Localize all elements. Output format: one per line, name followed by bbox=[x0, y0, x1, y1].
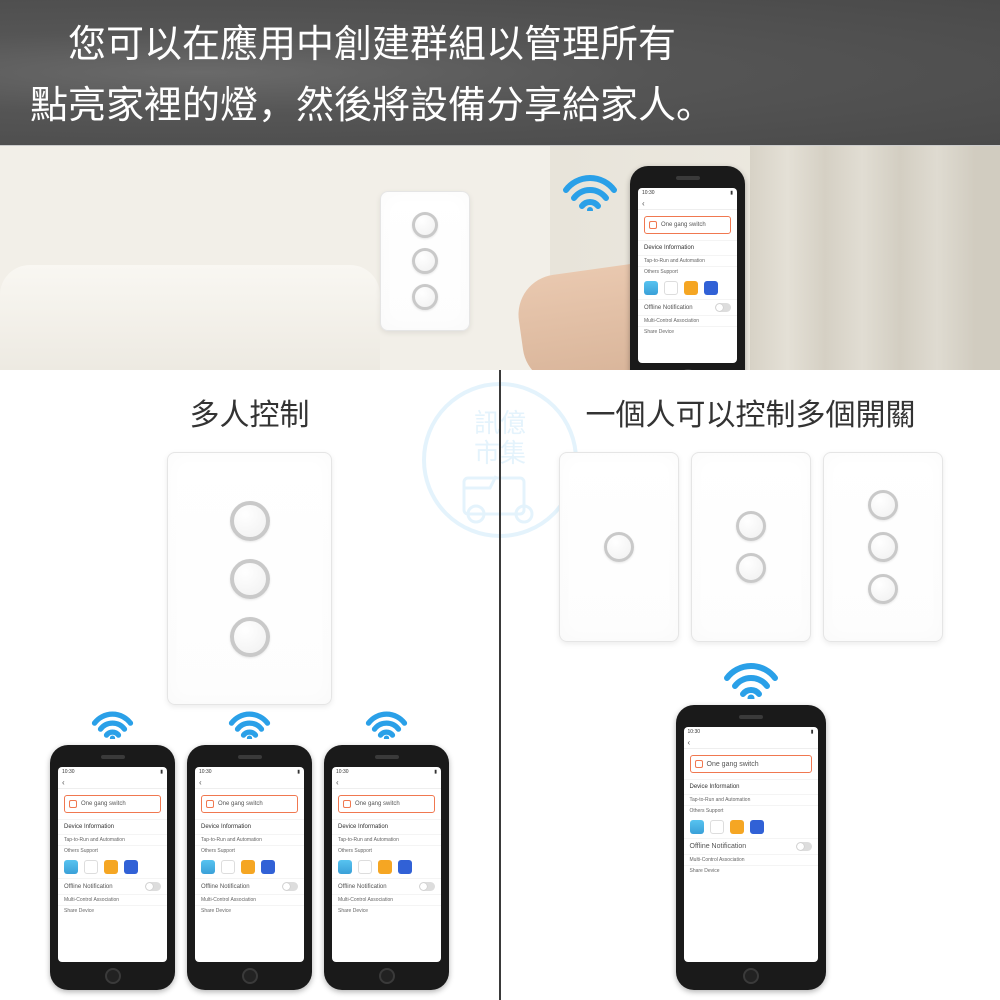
switch-touch-button bbox=[868, 574, 898, 604]
phone-with-wifi: 10:30▮ ‹ One gang switch Device Informat… bbox=[50, 705, 175, 990]
home-button-icon bbox=[680, 369, 696, 370]
comparison-columns: 多人控制 10:30▮ ‹ On bbox=[0, 370, 1000, 1000]
row-share-device: Share Device bbox=[638, 326, 737, 337]
toggle-icon bbox=[796, 842, 812, 851]
assistant-icons bbox=[638, 277, 737, 299]
home-button-icon bbox=[105, 968, 121, 984]
wall-switch-3gang bbox=[823, 452, 943, 642]
back-icon: ‹ bbox=[688, 738, 691, 747]
assistant-icons bbox=[684, 816, 818, 838]
row-multi-control: Multi-Control Association bbox=[684, 854, 818, 865]
home-button-icon bbox=[743, 968, 759, 984]
headline-banner: 您可以在應用中創建群組以管理所有 點亮家裡的燈，然後將設備分享給家人。 bbox=[0, 0, 1000, 145]
row-offline-notify: Offline Notification bbox=[638, 299, 737, 315]
switch-touch-button bbox=[412, 284, 438, 310]
row-others-support: Others Support bbox=[684, 805, 818, 816]
screen-time: 10:30 bbox=[642, 190, 655, 196]
switch-touch-button bbox=[604, 532, 634, 562]
back-icon: ‹ bbox=[62, 778, 65, 787]
wall-switch-3gang bbox=[167, 452, 332, 705]
smartphone-device: 10:30▮ ‹ One gang switch Device Informat… bbox=[676, 705, 826, 990]
device-title-box: One gang switch bbox=[644, 216, 731, 234]
battery-icon: ▮ bbox=[730, 190, 733, 196]
wifi-icon bbox=[227, 705, 272, 739]
phone-screen: 10:30 ▮ ‹ One gang switch Device Informa… bbox=[638, 188, 737, 363]
phones-row: 10:30▮ ‹ One gang switch Device Informat… bbox=[50, 705, 449, 990]
row-others-support: Others Support bbox=[638, 266, 737, 277]
col-right-title: 一個人可以控制多個開關 bbox=[586, 390, 916, 434]
col-left-title: 多人控制 bbox=[190, 390, 310, 434]
row-multi-control: Multi-Control Association bbox=[638, 315, 737, 326]
switch-touch-button bbox=[868, 532, 898, 562]
switch-touch-button bbox=[230, 501, 270, 541]
wifi-icon bbox=[721, 654, 781, 699]
switch-touch-button bbox=[412, 248, 438, 274]
switch-icon bbox=[695, 760, 703, 768]
alexa-icon bbox=[690, 820, 704, 834]
row-tap-to-run: Tap-to-Run and Automation bbox=[638, 255, 737, 266]
row-device-info: Device Information bbox=[684, 779, 818, 794]
col-one-person-multi-switch: 一個人可以控制多個開關 bbox=[501, 370, 1000, 1000]
row-device-info: Device Information bbox=[638, 240, 737, 255]
phone-screen: 10:30▮ ‹ One gang switch Device Informat… bbox=[58, 767, 167, 962]
row-offline-notify: Offline Notification bbox=[684, 838, 818, 854]
device-title: One gang switch bbox=[707, 761, 759, 768]
wall-switch-2gang bbox=[691, 452, 811, 642]
wifi-icon bbox=[364, 705, 409, 739]
sofa-graphic bbox=[0, 265, 380, 370]
row-share-device: Share Device bbox=[684, 865, 818, 876]
switch-touch-button bbox=[736, 511, 766, 541]
switch-panels-row bbox=[559, 452, 943, 642]
row-tap-to-run: Tap-to-Run and Automation bbox=[684, 794, 818, 805]
google-assistant-icon bbox=[710, 820, 724, 834]
screen-statusbar: 10:30 ▮ bbox=[638, 188, 737, 198]
smartphone-device: 10:30▮ ‹ One gang switch Device Informat… bbox=[324, 745, 449, 990]
switch-icon bbox=[649, 221, 657, 229]
phone-with-wifi: 10:30▮ ‹ One gang switch Device Informat… bbox=[676, 654, 826, 990]
hero-photo: 10:30 ▮ ‹ One gang switch Device Informa… bbox=[0, 145, 1000, 370]
curtain-graphic bbox=[750, 146, 1000, 370]
screen-navbar: ‹ bbox=[638, 198, 737, 210]
phone-screen: 10:30▮ ‹ One gang switch Device Informat… bbox=[684, 727, 818, 962]
switch-touch-button bbox=[736, 553, 766, 583]
ifttt-icon bbox=[750, 820, 764, 834]
phone-speaker bbox=[101, 755, 125, 759]
phone-speaker bbox=[739, 715, 763, 719]
smart-assistant-icon bbox=[684, 281, 698, 295]
switch-touch-button bbox=[230, 617, 270, 657]
headline-text-2: 點亮家裡的燈，然後將設備分享給家人。 bbox=[30, 76, 970, 137]
wall-switch-3gang bbox=[380, 191, 470, 331]
phone-with-wifi: 10:30▮ ‹ One gang switch Device Informat… bbox=[187, 705, 312, 990]
device-title: One gang switch bbox=[661, 222, 706, 228]
headline-text-1: 您可以在應用中創建群組以管理所有 bbox=[30, 15, 970, 76]
phone-with-wifi: 10:30▮ ‹ One gang switch Device Informat… bbox=[324, 705, 449, 990]
phone-speaker bbox=[676, 176, 700, 180]
smartphone-device: 10:30▮ ‹ One gang switch Device Informat… bbox=[187, 745, 312, 990]
google-assistant-icon bbox=[664, 281, 678, 295]
ifttt-icon bbox=[704, 281, 718, 295]
back-icon: ‹ bbox=[642, 199, 645, 208]
switch-touch-button bbox=[230, 559, 270, 599]
alexa-icon bbox=[644, 281, 658, 295]
toggle-icon bbox=[715, 303, 731, 312]
smartphone-device: 10:30▮ ‹ One gang switch Device Informat… bbox=[50, 745, 175, 990]
switch-touch-button bbox=[412, 212, 438, 238]
switch-touch-button bbox=[868, 490, 898, 520]
wifi-icon bbox=[90, 705, 135, 739]
wall-switch-1gang bbox=[559, 452, 679, 642]
smartphone-device: 10:30 ▮ ‹ One gang switch Device Informa… bbox=[630, 166, 745, 370]
col-multi-user: 多人控制 10:30▮ ‹ On bbox=[0, 370, 501, 1000]
smart-assistant-icon bbox=[730, 820, 744, 834]
wifi-icon bbox=[560, 166, 620, 211]
